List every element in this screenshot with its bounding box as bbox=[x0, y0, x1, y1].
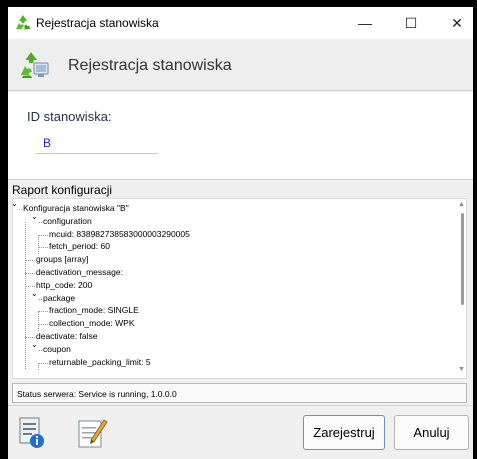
title-bar[interactable]: Rejestracja stanowiska — ☐ ✕ bbox=[8, 7, 473, 39]
tree-connector bbox=[38, 234, 48, 236]
tree-node[interactable]: deactivation_message: bbox=[13, 267, 453, 279]
tree-node[interactable]: mcuid: 8389827385830000032900​05 bbox=[13, 229, 453, 241]
tree-connector bbox=[38, 311, 39, 331]
tree-node[interactable]: returnable_packing_limit: 5 bbox=[13, 357, 453, 369]
tree-node[interactable]: fetch_period: 60 bbox=[13, 241, 453, 253]
maximize-button[interactable]: ☐ bbox=[388, 7, 434, 39]
tree-node[interactable]: http_code: 200 bbox=[13, 280, 453, 292]
tree-connector bbox=[39, 221, 42, 223]
cancel-button[interactable]: Anuluj bbox=[394, 415, 469, 450]
report-section: Raport konfiguracji ▲ ▼ ⌄Konfiguracja st… bbox=[8, 180, 473, 405]
tree-connector bbox=[25, 337, 35, 338]
tree-connector bbox=[38, 247, 48, 249]
tree-node-label: collection_mode: WPK bbox=[49, 318, 135, 329]
tree-connector bbox=[39, 298, 42, 300]
tree-node-label: configuration bbox=[43, 215, 92, 226]
tree-node-label: fetch_period: 60 bbox=[49, 241, 110, 252]
dialog-window: Rejestracja stanowiska — ☐ ✕ Rejestracja… bbox=[8, 7, 473, 459]
tree-connector bbox=[39, 349, 42, 351]
notepad-edit-icon[interactable] bbox=[76, 416, 109, 449]
report-label: Raport konfiguracji bbox=[12, 183, 113, 197]
tree-node-label: groups [array] bbox=[36, 254, 89, 265]
tree-node[interactable]: ⌄ coupon bbox=[13, 340, 453, 356]
tree-node-label: package bbox=[43, 292, 76, 303]
recycle-computer-icon bbox=[20, 50, 50, 80]
chevron-down-icon[interactable]: ⌄ bbox=[31, 340, 38, 349]
station-id-label: ID stanowiska: bbox=[27, 109, 112, 124]
tree-connector bbox=[38, 362, 39, 371]
tree-node[interactable]: deactivate: false bbox=[13, 331, 453, 343]
tree-connector bbox=[38, 362, 48, 364]
tree-connector bbox=[19, 209, 22, 210]
tree-connector bbox=[25, 285, 35, 287]
tree-connector bbox=[25, 273, 35, 274]
tree-scrollbar[interactable]: ▲ ▼ bbox=[457, 199, 466, 378]
dialog-footer: Zarejestruj Anuluj bbox=[8, 405, 473, 459]
tree-node[interactable]: collection_mode: WPK bbox=[13, 318, 453, 330]
tree-node[interactable]: groups [array] bbox=[13, 254, 453, 266]
chevron-down-icon[interactable]: ⌄ bbox=[13, 199, 18, 208]
tree-node[interactable]: ⌄ package bbox=[13, 289, 453, 305]
header-title: Rejestracja stanowiska bbox=[68, 57, 232, 74]
tree-connector bbox=[38, 311, 48, 313]
form-panel: ID stanowiska: bbox=[8, 92, 473, 180]
dialog-header: Rejestracja stanowiska bbox=[8, 39, 473, 91]
tree-node-label: mcuid: 8389827385830000032900​05 bbox=[49, 228, 190, 239]
tree-node-label: coupon bbox=[43, 343, 71, 354]
tree-node-label: http_code: 200 bbox=[36, 279, 93, 290]
tree-node-label: Konfiguracja stanowiska "B" bbox=[23, 203, 129, 213]
tree-node[interactable]: fraction_mode: SINGLE bbox=[13, 305, 453, 317]
tree-node-label: fraction_mode: SINGLE bbox=[49, 305, 139, 316]
minimize-button[interactable]: — bbox=[342, 7, 388, 39]
recycle-icon bbox=[14, 14, 32, 32]
scroll-down-icon[interactable]: ▼ bbox=[458, 366, 465, 373]
window-title: Rejestracja stanowiska bbox=[36, 16, 159, 30]
chevron-down-icon[interactable]: ⌄ bbox=[31, 289, 38, 298]
scroll-thumb[interactable] bbox=[461, 213, 464, 305]
tree-node-label: deactivate: false bbox=[36, 331, 98, 341]
tree-node[interactable]: ⌄ configuration bbox=[13, 212, 453, 228]
tree-connector bbox=[25, 260, 35, 262]
tree-node-label: deactivation_message: bbox=[36, 267, 123, 277]
close-button[interactable]: ✕ bbox=[434, 7, 477, 39]
tree-connector bbox=[25, 221, 26, 369]
station-id-input[interactable] bbox=[36, 132, 158, 154]
document-info-icon[interactable] bbox=[17, 416, 47, 450]
config-tree[interactable]: ▲ ▼ ⌄Konfiguracja stanowiska "B"⌄configu… bbox=[12, 198, 467, 379]
tree-node[interactable]: ⌄ Konfiguracja stanowiska "B" bbox=[13, 199, 453, 215]
screen-frame: Rejestracja stanowiska — ☐ ✕ Rejestracja… bbox=[0, 0, 477, 459]
scroll-up-icon[interactable]: ▲ bbox=[458, 201, 465, 208]
server-status-bar: Status serwera: Service is running, 1.0.… bbox=[12, 383, 467, 403]
register-button[interactable]: Zarejestruj bbox=[303, 415, 385, 450]
tree-node-label: returnable_packing_limit: 5 bbox=[49, 356, 151, 367]
tree-connector bbox=[38, 324, 48, 326]
chevron-down-icon[interactable]: ⌄ bbox=[31, 212, 38, 221]
tree-connector bbox=[38, 234, 39, 254]
